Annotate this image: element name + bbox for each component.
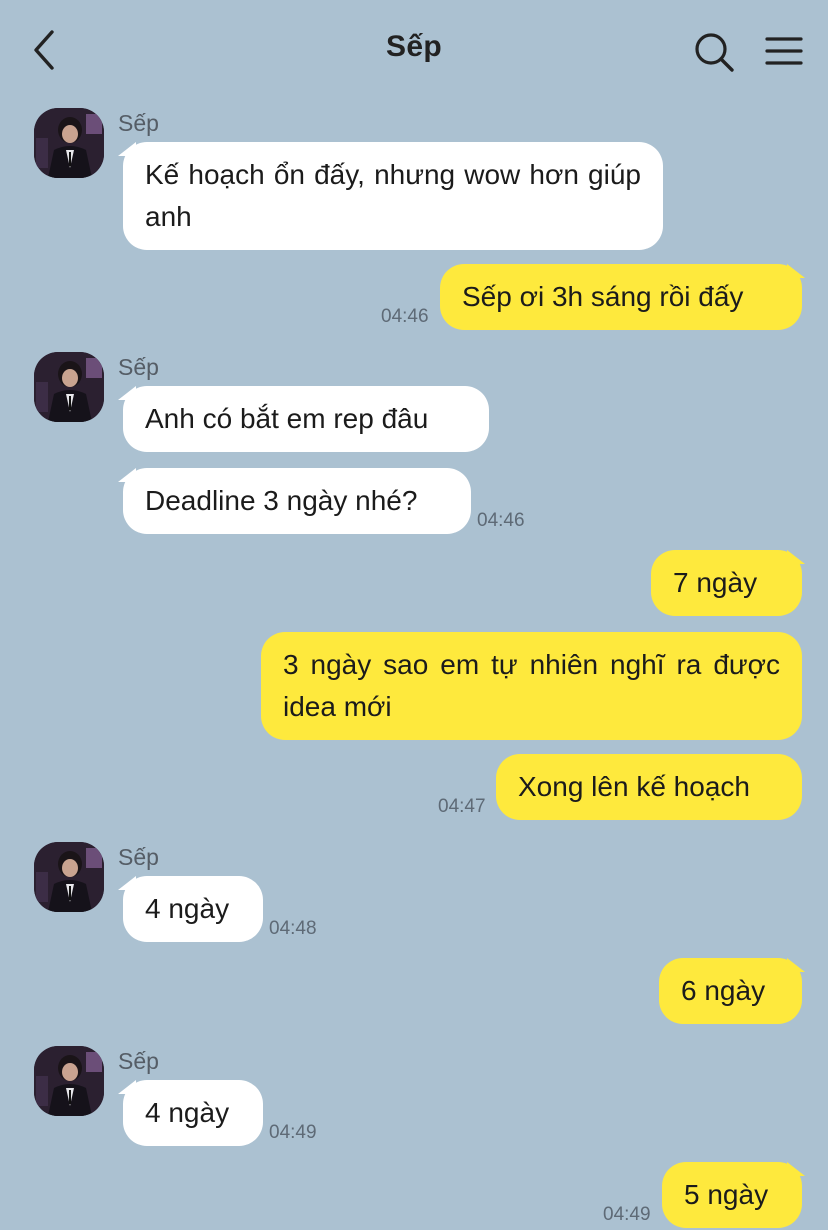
sender-name: Sếp <box>118 1048 159 1074</box>
message-bubble-incoming[interactable]: 4 ngày <box>123 1080 263 1146</box>
sender-name: Sếp <box>118 354 159 380</box>
bubble-tail <box>787 1162 805 1176</box>
search-button[interactable] <box>692 30 736 74</box>
message-bubble-outgoing[interactable]: Sếp ơi 3h sáng rồi đấy <box>440 264 802 330</box>
message-bubble-outgoing[interactable]: Xong lên kế hoạch <box>496 754 802 820</box>
message-time: 04:47 <box>438 796 486 817</box>
menu-button[interactable] <box>764 32 804 72</box>
message-bubble-outgoing[interactable]: 5 ngày <box>662 1162 802 1228</box>
message-bubble-incoming[interactable]: Kế hoạch ổn đấy, nhưng wow hơn giúp anh <box>123 142 663 250</box>
bubble-tail <box>787 958 805 972</box>
search-icon <box>695 33 734 72</box>
menu-icon <box>765 37 803 65</box>
sender-name: Sếp <box>118 844 159 870</box>
avatar[interactable] <box>34 352 104 422</box>
avatar-person-icon <box>34 1046 104 1116</box>
message-bubble-incoming[interactable]: Deadline 3 ngày nhé? <box>123 468 471 534</box>
message-bubble-outgoing[interactable]: 7 ngày <box>651 550 802 616</box>
avatar-person-icon <box>34 108 104 178</box>
avatar-person-icon <box>34 352 104 422</box>
avatar[interactable] <box>34 108 104 178</box>
sender-name: Sếp <box>118 110 159 136</box>
message-time: 04:46 <box>381 306 429 327</box>
message-time: 04:49 <box>603 1204 651 1225</box>
message-time: 04:48 <box>269 918 317 939</box>
message-bubble-incoming[interactable]: 4 ngày <box>123 876 263 942</box>
avatar[interactable] <box>34 842 104 912</box>
message-time: 04:49 <box>269 1122 317 1143</box>
message-bubble-outgoing[interactable]: 6 ngày <box>659 958 802 1024</box>
bubble-tail <box>787 264 805 278</box>
avatar[interactable] <box>34 1046 104 1116</box>
bubble-tail <box>787 550 805 564</box>
message-time: 04:46 <box>477 510 525 531</box>
avatar-person-icon <box>34 842 104 912</box>
message-bubble-outgoing[interactable]: 3 ngày sao em tự nhiên nghĩ ra được idea… <box>261 632 802 740</box>
chat-header: Sếp <box>0 0 828 100</box>
message-bubble-incoming[interactable]: Anh có bắt em rep đâu <box>123 386 489 452</box>
